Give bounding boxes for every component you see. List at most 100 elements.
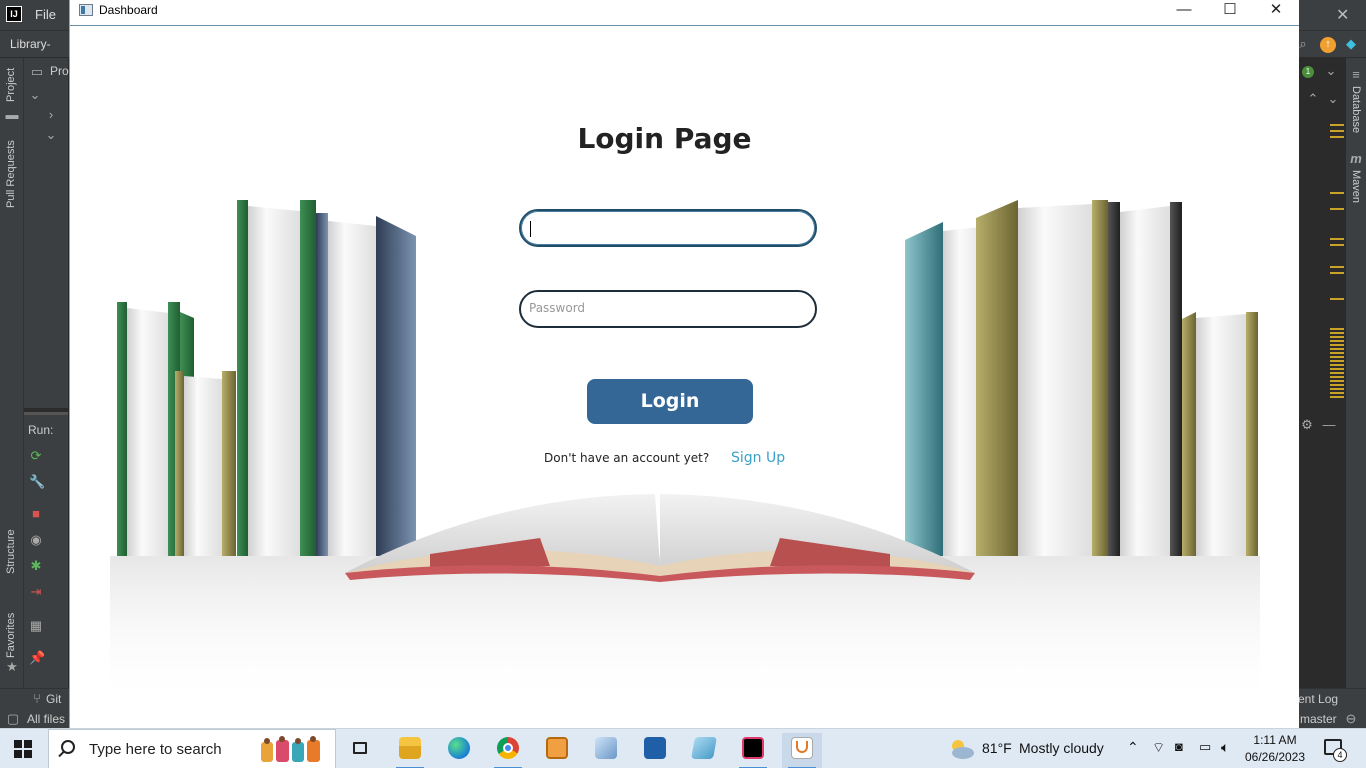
- page-title: Login Page: [577, 122, 752, 155]
- close-button[interactable]: ✕: [1253, 0, 1299, 22]
- notification-count-badge: 4: [1333, 748, 1347, 762]
- ide-right-toolstrip: ≡ Database m Maven: [1346, 58, 1366, 688]
- error-stripe-marker[interactable]: [1330, 192, 1344, 194]
- chrome-icon[interactable]: [488, 733, 528, 768]
- camera-icon[interactable]: ◉: [29, 533, 43, 547]
- username-field[interactable]: [519, 209, 817, 247]
- battery-icon[interactable]: ▭: [1199, 739, 1211, 755]
- git-tab[interactable]: Git: [46, 692, 61, 706]
- clock-time: 1:11 AM: [1253, 733, 1297, 747]
- rerun-icon[interactable]: ⟳: [29, 449, 43, 463]
- chevron-down-icon[interactable]: ⌄: [1324, 64, 1338, 78]
- search-icon: [61, 740, 75, 754]
- file-explorer-icon[interactable]: [390, 733, 430, 768]
- chevron-up-icon[interactable]: ⌃: [1306, 92, 1320, 106]
- taskbar-search-box[interactable]: Type here to search: [48, 729, 336, 768]
- git-branch-icon: ⑂: [33, 691, 41, 706]
- edge-icon[interactable]: [439, 733, 479, 768]
- chevron-down-icon[interactable]: ⌄: [44, 128, 58, 142]
- weather-temperature[interactable]: 81°F: [982, 740, 1012, 756]
- dashboard-window: Dashboard — ☐ ✕ Login Page Login Don't h…: [69, 0, 1299, 728]
- layout-icon[interactable]: ▦: [29, 619, 43, 633]
- photos-icon[interactable]: [586, 733, 626, 768]
- ide-close-icon[interactable]: ✕: [1336, 5, 1349, 25]
- task-view-icon[interactable]: [340, 733, 380, 768]
- start-button[interactable]: [14, 740, 32, 758]
- error-stripe-marker[interactable]: [1330, 266, 1344, 268]
- media-player-icon[interactable]: [537, 733, 577, 768]
- wifi-icon[interactable]: ⌔: [1152, 739, 1165, 757]
- error-stripe-marker[interactable]: [1330, 244, 1344, 246]
- search-placeholder: Type here to search: [89, 741, 222, 758]
- wrench-icon[interactable]: 🔧: [29, 475, 45, 489]
- chevron-down-icon[interactable]: ⌄: [1326, 92, 1340, 106]
- pin-icon[interactable]: 📌: [29, 651, 45, 665]
- windows-logo-icon-part: [24, 750, 32, 758]
- error-stripe-marker[interactable]: [1330, 298, 1344, 300]
- tab-maven[interactable]: Maven: [1350, 170, 1362, 203]
- ide-breadcrumb[interactable]: Library-: [10, 37, 51, 51]
- login-page: Login Page Login Don't have an account y…: [70, 26, 1299, 728]
- java-icon[interactable]: [782, 733, 822, 768]
- menu-file[interactable]: File: [35, 7, 56, 22]
- weather-cloud-icon[interactable]: [946, 737, 976, 761]
- ide-project-panel: ▭ Pro ⌄ › ⌄: [24, 58, 69, 408]
- run-label: Run:: [28, 423, 54, 437]
- stop-icon[interactable]: ■: [29, 507, 43, 521]
- error-stripe-marker[interactable]: [1330, 124, 1344, 126]
- error-stripe-marker[interactable]: [1330, 136, 1344, 138]
- exit-icon[interactable]: ⇥: [29, 585, 43, 599]
- error-stripe-marker[interactable]: [1330, 272, 1344, 274]
- username-input[interactable]: [529, 220, 799, 234]
- tab-structure[interactable]: Structure: [5, 529, 17, 574]
- star-icon: ★: [6, 659, 18, 674]
- tab-database[interactable]: Database: [1350, 86, 1362, 133]
- text-caret: [530, 221, 531, 237]
- toolbox-icon[interactable]: ◆: [1344, 37, 1358, 51]
- password-input[interactable]: [529, 301, 799, 315]
- update-icon[interactable]: ↑: [1320, 37, 1336, 53]
- all-files-label[interactable]: All files: [27, 712, 65, 726]
- tab-favorites[interactable]: Favorites: [5, 613, 17, 658]
- error-stripe-marker[interactable]: [1330, 238, 1344, 240]
- clock-date: 06/26/2023: [1244, 750, 1306, 764]
- error-stripe-cluster[interactable]: [1330, 328, 1344, 398]
- signup-link[interactable]: Sign Up: [731, 450, 785, 466]
- meet-now-icon[interactable]: ◙: [1175, 739, 1183, 754]
- debug-icon[interactable]: ✱: [29, 559, 43, 573]
- database-icon: ≡: [1352, 67, 1360, 82]
- inspection-badge-icon[interactable]: 1: [1302, 66, 1314, 78]
- taskbar-clock[interactable]: 1:11 AM 06/26/2023: [1244, 732, 1306, 766]
- show-hidden-icons-chevron-icon[interactable]: ⌃: [1127, 739, 1139, 756]
- password-field[interactable]: [519, 290, 817, 328]
- maximize-button[interactable]: ☐: [1207, 0, 1253, 22]
- window-title: Dashboard: [99, 3, 158, 17]
- ide-right-panel: 1 ⌄ ⌃ ⌄ ⚙ —: [1298, 58, 1346, 688]
- lock-icon: ⊖: [1345, 711, 1357, 726]
- login-button[interactable]: Login: [587, 379, 753, 424]
- intellij-icon[interactable]: [733, 733, 773, 768]
- tab-pull-requests[interactable]: Pull Requests: [5, 140, 17, 208]
- files-icon: ▢: [6, 711, 20, 726]
- notepad-icon[interactable]: [684, 733, 724, 768]
- event-log-tab[interactable]: ent Log: [1298, 692, 1338, 706]
- gear-icon[interactable]: ⚙: [1300, 418, 1314, 432]
- weather-description[interactable]: Mostly cloudy: [1019, 740, 1104, 756]
- minimize-panel-icon[interactable]: —: [1322, 418, 1336, 432]
- chevron-down-icon[interactable]: ⌄: [28, 88, 42, 102]
- volume-icon[interactable]: 🔈︎: [1221, 739, 1229, 756]
- windows-logo-icon: [14, 740, 22, 748]
- ide-left-toolstrip: Project ▬ Pull Requests Structure Favori…: [0, 58, 24, 688]
- project-tab-label[interactable]: Pro: [50, 64, 69, 78]
- chevron-right-icon[interactable]: ›: [44, 108, 58, 122]
- windows-logo-icon-part: [24, 740, 32, 748]
- error-stripe-marker[interactable]: [1330, 130, 1344, 132]
- tab-project[interactable]: Project: [5, 68, 17, 102]
- window-titlebar[interactable]: Dashboard — ☐ ✕: [70, 0, 1299, 26]
- movies-icon[interactable]: [635, 733, 675, 768]
- git-branch-label[interactable]: master: [1300, 712, 1337, 726]
- folder-icon: ▬: [5, 107, 19, 122]
- ide-run-panel: Run: ⟳ 🔧 ■ ◉ ✱ ⇥ ▦ 📌: [24, 412, 68, 688]
- error-stripe-marker[interactable]: [1330, 208, 1344, 210]
- minimize-button[interactable]: —: [1161, 0, 1207, 22]
